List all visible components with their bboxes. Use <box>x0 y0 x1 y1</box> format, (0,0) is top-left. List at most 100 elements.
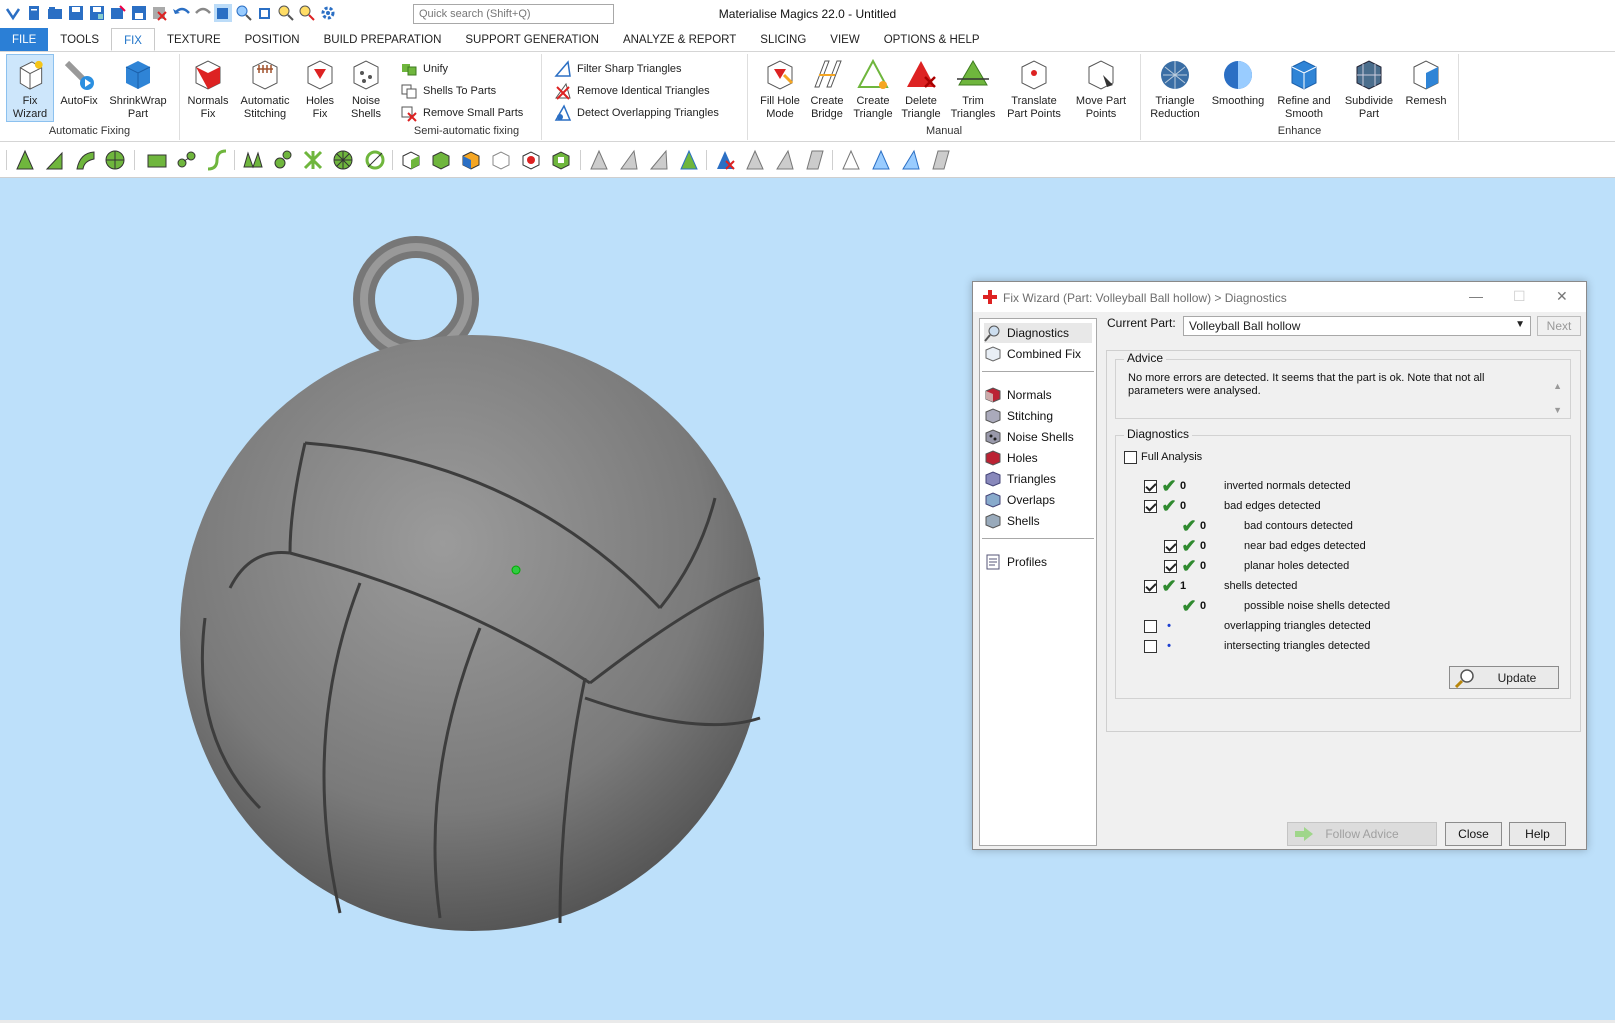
select-highlighted-icon[interactable] <box>678 149 700 171</box>
minimize-icon[interactable]: — <box>1469 288 1483 304</box>
autofix-button[interactable]: AutoFix <box>56 54 102 108</box>
fill-hole-mode-button[interactable]: Fill Hole Mode <box>756 54 804 121</box>
nav-triangles[interactable]: Triangles <box>984 469 1056 489</box>
invert-marking-icon[interactable] <box>460 149 482 171</box>
mark-cylinder-icon[interactable] <box>364 149 386 171</box>
mark-rectangle-icon[interactable] <box>146 149 168 171</box>
diag-row-noise-shells: ✔ 0 possible noise shells detected <box>1180 597 1390 615</box>
help-button[interactable]: Help <box>1509 822 1566 846</box>
extract-marked-icon[interactable] <box>550 149 572 171</box>
holes-fix-button[interactable]: Holes Fix <box>298 54 342 121</box>
follow-advice-button[interactable]: Follow Advice <box>1287 822 1437 846</box>
normals-fix-button[interactable]: Normals Fix <box>186 54 230 121</box>
nav-diagnostics[interactable]: Diagnostics <box>984 323 1092 343</box>
unmark-all-icon[interactable] <box>490 149 512 171</box>
mark-shell-icon[interactable] <box>104 149 126 171</box>
current-part-select[interactable]: Volleyball Ball hollow ▼ <box>1183 316 1531 336</box>
triangles-blue-2-icon[interactable] <box>900 149 922 171</box>
checkbox[interactable] <box>1144 639 1157 653</box>
translate-part-points-button[interactable]: Translate Part Points <box>1002 54 1066 121</box>
tab-build-preparation[interactable]: BUILD PREPARATION <box>312 28 454 51</box>
delete-triangles-icon[interactable] <box>714 149 736 171</box>
filter-sharp-triangles-button[interactable]: Filter Sharp Triangles <box>554 59 682 79</box>
refine-smooth-button[interactable]: Refine and Smooth <box>1271 54 1337 121</box>
nav-triangles-label: Triangles <box>1007 472 1056 486</box>
create-bridge-button[interactable]: Create Bridge <box>806 54 848 121</box>
checkbox[interactable] <box>1164 559 1177 573</box>
fix-wizard-button[interactable]: Fix Wizard <box>6 54 54 122</box>
mark-contour-icon[interactable] <box>176 149 198 171</box>
nav-noise-shells[interactable]: Noise Shells <box>984 427 1074 447</box>
triangle-reduction-button[interactable]: Triangle Reduction <box>1145 54 1205 121</box>
tab-analyze-report[interactable]: ANALYZE & REPORT <box>611 28 748 51</box>
automatic-stitching-button[interactable]: Automatic Stitching <box>234 54 296 121</box>
tab-slicing[interactable]: SLICING <box>748 28 818 51</box>
triangles-outline-icon[interactable] <box>840 149 862 171</box>
nav-normals[interactable]: Normals <box>984 385 1052 405</box>
mark-plane-icon[interactable] <box>44 149 66 171</box>
create-triangle-button[interactable]: Create Triangle <box>850 54 896 121</box>
next-button[interactable]: Next <box>1537 316 1581 336</box>
remesh-button[interactable]: Remesh <box>1401 54 1451 108</box>
checkbox[interactable] <box>1144 619 1157 633</box>
mark-wave-icon[interactable] <box>242 149 264 171</box>
unmark-part-icon[interactable] <box>400 149 422 171</box>
remove-identical-triangles-button[interactable]: Remove Identical Triangles <box>554 81 710 101</box>
detect-overlapping-triangles-button[interactable]: Detect Overlapping Triangles <box>554 103 719 123</box>
shrinkwrap-icon <box>125 61 151 89</box>
checkbox[interactable] <box>1144 499 1157 513</box>
nav-overlaps[interactable]: Overlaps <box>984 490 1055 510</box>
tab-view[interactable]: VIEW <box>818 28 871 51</box>
mark-cross-icon[interactable] <box>302 149 324 171</box>
smoothing-button[interactable]: Smoothing <box>1207 54 1269 108</box>
delete-triangle-button[interactable]: Delete Triangle <box>898 54 944 121</box>
mark-triangle-icon[interactable] <box>14 149 36 171</box>
triangles-grey-4-icon[interactable] <box>930 149 952 171</box>
mark-part-icon[interactable] <box>430 149 452 171</box>
full-analysis-box[interactable] <box>1124 450 1137 464</box>
update-button[interactable]: Update <box>1449 666 1559 689</box>
shells-to-parts-button[interactable]: Shells To Parts <box>400 81 496 101</box>
advice-scrollbar[interactable]: ▲ ▼ <box>1553 374 1562 422</box>
tab-options-help[interactable]: OPTIONS & HELP <box>872 28 992 51</box>
tab-fix[interactable]: FIX <box>111 28 155 51</box>
checkbox[interactable] <box>1164 539 1177 553</box>
trim-triangles-button[interactable]: Trim Triangles <box>948 54 998 121</box>
select-flat-icon[interactable] <box>648 149 670 171</box>
nav-combined-fix[interactable]: Combined Fix <box>984 344 1081 364</box>
triangles-blue-icon[interactable] <box>870 149 892 171</box>
triangles-grey-2-icon[interactable] <box>774 149 796 171</box>
subdivide-part-button[interactable]: Subdivide Part <box>1341 54 1397 121</box>
nav-profiles[interactable]: Profiles <box>984 552 1047 572</box>
mark-connected-icon[interactable] <box>272 149 294 171</box>
triangles-grey-3-icon[interactable] <box>804 149 826 171</box>
select-sharp-icon[interactable] <box>618 149 640 171</box>
holes-fix-icon <box>307 60 333 90</box>
unify-button[interactable]: Unify <box>400 59 448 79</box>
mark-curve-icon[interactable] <box>206 149 228 171</box>
nav-shells[interactable]: Shells <box>984 511 1040 531</box>
full-analysis-checkbox[interactable]: Full Analysis <box>1124 448 1202 466</box>
close-icon[interactable]: ✕ <box>1556 288 1568 305</box>
shrinkwrap-part-button[interactable]: ShrinkWrap Part <box>104 54 172 121</box>
select-triangle-icon[interactable] <box>588 149 610 171</box>
mark-surface-icon[interactable] <box>74 149 96 171</box>
follow-advice-label: Follow Advice <box>1325 827 1399 841</box>
remove-small-parts-button[interactable]: Remove Small Parts <box>400 103 523 123</box>
tab-texture[interactable]: TEXTURE <box>155 28 233 51</box>
delete-marked-icon[interactable] <box>520 149 542 171</box>
maximize-icon[interactable]: ☐ <box>1513 288 1526 305</box>
tab-position[interactable]: POSITION <box>233 28 312 51</box>
close-button[interactable]: Close <box>1445 822 1502 846</box>
tab-tools[interactable]: TOOLS <box>48 28 111 51</box>
nav-stitching[interactable]: Stitching <box>984 406 1053 426</box>
tab-file[interactable]: FILE <box>0 28 49 51</box>
checkbox[interactable] <box>1144 579 1157 593</box>
nav-holes[interactable]: Holes <box>984 448 1038 468</box>
move-part-points-button[interactable]: Move Part Points <box>1070 54 1132 121</box>
triangles-grey-icon[interactable] <box>744 149 766 171</box>
tab-support-generation[interactable]: SUPPORT GENERATION <box>453 28 611 51</box>
mark-sphere-icon[interactable] <box>332 149 354 171</box>
noise-shells-button[interactable]: Noise Shells <box>344 54 388 121</box>
checkbox[interactable] <box>1144 479 1157 493</box>
